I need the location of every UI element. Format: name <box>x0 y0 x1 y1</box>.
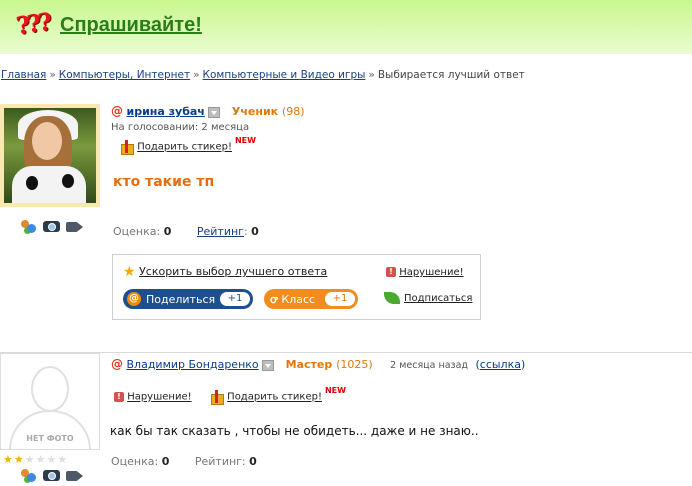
question-author-rank: Ученик (98) <box>232 105 305 118</box>
dropdown-icon[interactable] <box>262 359 275 371</box>
gift-icon <box>210 390 224 405</box>
star-filled-icon: ★ <box>13 453 25 466</box>
breadcrumb-home[interactable]: Главная <box>1 69 46 81</box>
question-action-box: ★ Ускорить выбор лучшего ответа ! Наруше… <box>112 254 481 320</box>
odnoklassniki-icon: ꝍ <box>270 292 278 306</box>
violation-row: ! Нарушение! <box>386 267 464 278</box>
camera-icon[interactable] <box>43 470 60 481</box>
no-photo-label: НЕТ ФОТО <box>26 434 74 443</box>
site-title-link[interactable]: Спрашивайте! <box>60 14 202 37</box>
camera-icon[interactable] <box>43 221 60 232</box>
score-value: 0 <box>161 455 170 468</box>
answer-link: (ссылка) <box>475 358 526 371</box>
breadcrumb-computers[interactable]: Компьютеры, Интернет <box>59 69 190 81</box>
score-value: 0 <box>163 225 172 238</box>
people-icon[interactable] <box>20 219 37 233</box>
answer-scores: Оценка: 0 Рейтинг: 0 <box>111 455 257 468</box>
question-author-avatar[interactable] <box>0 104 100 207</box>
gift-icon <box>120 140 134 155</box>
rank-label: Ученик <box>231 105 279 118</box>
violation-link[interactable]: Нарушение! <box>399 267 463 278</box>
share-button[interactable]: @ Поделиться +1 <box>123 289 253 309</box>
warning-icon: ! <box>114 391 124 402</box>
share-count: +1 <box>220 292 250 306</box>
rating-link[interactable]: Рейтинг <box>197 225 244 238</box>
subscribe-row: Подписаться <box>384 292 472 304</box>
question-author-icons <box>20 219 83 233</box>
klass-button[interactable]: ꝍ Класс +1 <box>264 289 358 309</box>
score-label: Оценка: <box>113 225 161 238</box>
avatar-photo <box>4 108 96 203</box>
new-badge: NEW <box>234 135 256 145</box>
answer-text: как бы так сказать , чтобы не обидеть...… <box>110 424 479 438</box>
star-empty-icon: ★ <box>57 453 69 466</box>
klass-count: +1 <box>325 292 355 306</box>
breadcrumb: Главная» Компьютеры, Интернет» Компьютерны… <box>1 69 525 81</box>
voting-status: На голосовании: 2 месяца <box>111 122 250 133</box>
speed-up-link[interactable]: Ускорить выбор лучшего ответа <box>139 265 327 278</box>
answer-author-icons <box>20 468 83 482</box>
question-title: кто такие тп <box>113 174 215 190</box>
star-empty-icon: ★ <box>35 453 47 466</box>
question-gift-sticker: Подарить стикер!NEW <box>120 136 256 155</box>
logo-question-marks-icon[interactable]: ??? <box>14 7 51 40</box>
breadcrumb-games[interactable]: Компьютерные и Видео игры <box>203 69 366 81</box>
new-badge: NEW <box>324 385 346 395</box>
star-filled-icon: ★ <box>3 453 14 466</box>
video-icon[interactable] <box>66 471 83 481</box>
star-empty-icon: ★ <box>46 453 58 466</box>
mail-at-icon: @ <box>127 292 141 306</box>
star-empty-icon: ★ <box>24 453 36 466</box>
dropdown-icon[interactable] <box>208 106 221 118</box>
gift-sticker-link[interactable]: Подарить стикер! <box>137 142 232 153</box>
rating-value: 0 <box>249 455 257 468</box>
question-scores: Оценка: 0 Рейтинг: 0 <box>113 225 259 238</box>
answer-author-avatar[interactable]: НЕТ ФОТО <box>0 353 100 450</box>
score-label: Оценка: <box>111 455 159 468</box>
answer-author-line: @ Владимир Бондаренко Мастер (1025) 2 ме… <box>111 357 525 371</box>
klass-label: Класс <box>281 292 316 306</box>
rating-label: Рейтинг: <box>194 455 246 468</box>
breadcrumb-current: Выбирается лучший ответ <box>377 69 525 81</box>
leaf-icon <box>384 292 400 304</box>
question-author-line: @ ирина зубач Ученик (98) <box>111 104 305 118</box>
video-icon[interactable] <box>66 222 83 232</box>
answer-gift-sticker-link[interactable]: Подарить стикер! <box>227 392 322 403</box>
mail-at-icon: @ <box>111 357 123 371</box>
breadcrumb-separator: » <box>49 69 56 81</box>
breadcrumb-separator: » <box>368 69 375 81</box>
author-stars: ★★★★★★ <box>3 453 68 466</box>
people-icon[interactable] <box>20 468 37 482</box>
answer-permalink[interactable]: ссылка <box>480 358 521 371</box>
section-divider <box>0 352 692 353</box>
answer-violation-link[interactable]: Нарушение! <box>127 392 191 403</box>
share-label: Поделиться <box>146 292 216 306</box>
rating-value: 0 <box>251 225 259 238</box>
subscribe-link[interactable]: Подписаться <box>404 293 472 304</box>
answer-author-rank: Мастер (1025) <box>286 358 373 371</box>
mail-at-icon: @ <box>111 104 123 118</box>
site-header: ??? Спрашивайте! <box>0 0 692 54</box>
question-author-name[interactable]: ирина зубач <box>127 105 205 118</box>
answer-actions: ! Нарушение! Подарить стикер!NEW <box>114 386 346 405</box>
speed-up-row: ★ Ускорить выбор лучшего ответа <box>123 264 327 280</box>
answer-author-name[interactable]: Владимир Бондаренко <box>127 358 259 371</box>
star-icon: ★ <box>123 264 136 280</box>
answer-posted-ago: 2 месяца назад <box>390 360 468 371</box>
warning-icon: ! <box>386 267 396 277</box>
rank-label: Мастер <box>285 358 333 371</box>
rank-points: (98) <box>281 105 305 118</box>
breadcrumb-separator: » <box>193 69 200 81</box>
rank-points: (1025) <box>336 358 373 371</box>
